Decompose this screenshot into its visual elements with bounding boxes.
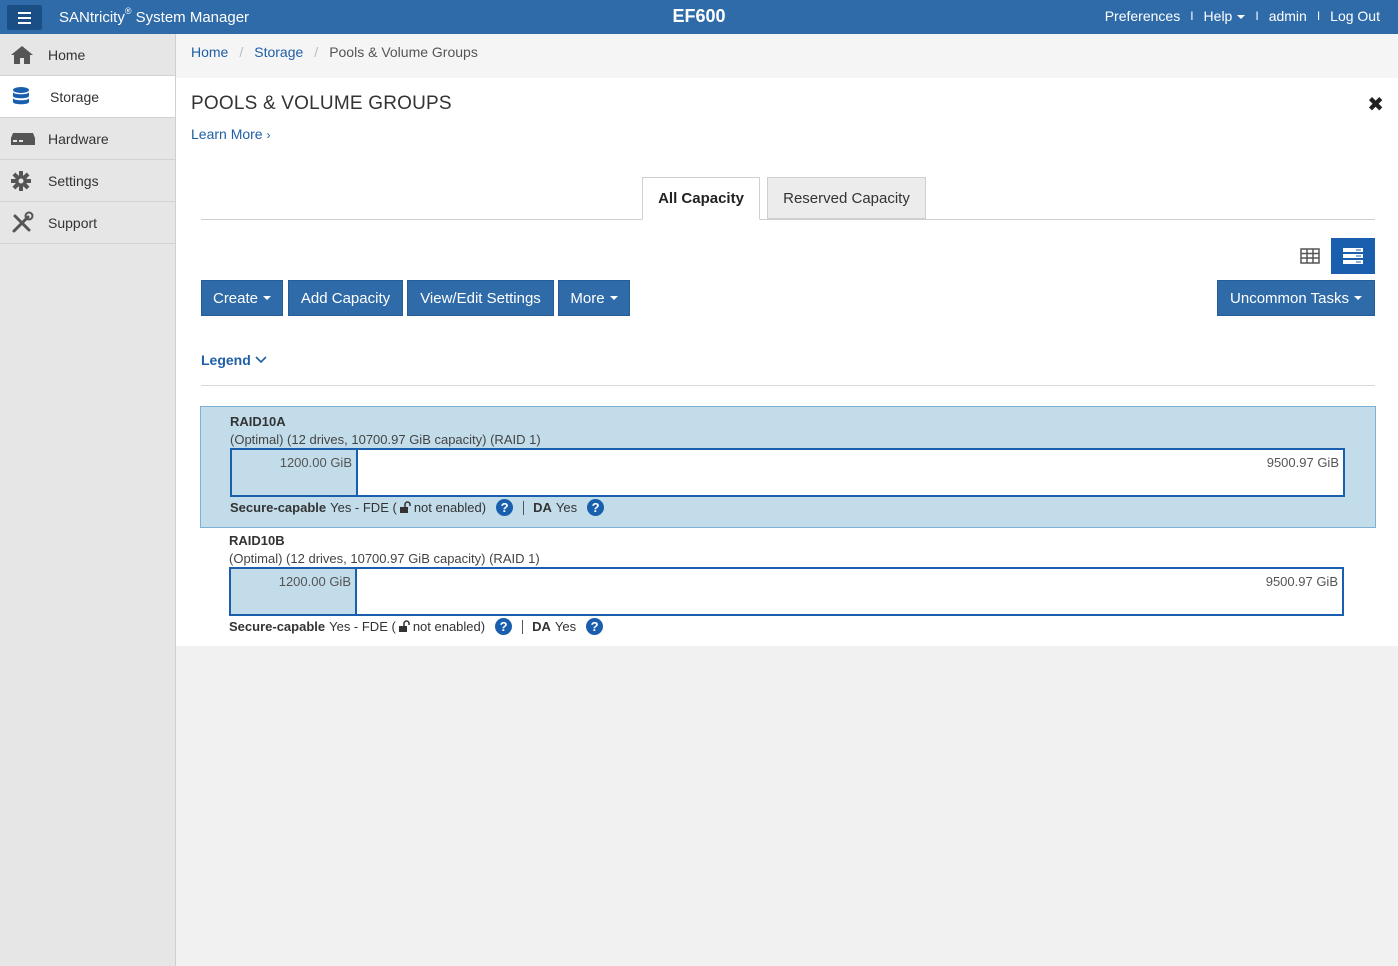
sidebar-item-label: Support: [48, 214, 98, 231]
da-label: DA: [532, 619, 551, 634]
create-button[interactable]: Create: [201, 280, 283, 316]
learn-more-link[interactable]: Learn More ›: [191, 126, 270, 142]
link-separator: I: [1190, 9, 1194, 23]
help-icon[interactable]: ?: [495, 618, 513, 635]
sidebar-item-label: Home: [48, 46, 86, 63]
list-view-icon[interactable]: [1331, 238, 1375, 274]
secure-capable-tail: not enabled): [412, 619, 486, 634]
sidebar-item-storage[interactable]: Storage: [0, 76, 175, 118]
group-description: (Optimal) (12 drives, 10700.97 GiB capac…: [229, 551, 540, 566]
breadcrumb-storage[interactable]: Storage: [254, 44, 303, 60]
top-bar: SANtricity® System Manager EF600 Prefere…: [0, 0, 1398, 34]
logout-link[interactable]: Log Out: [1330, 8, 1380, 24]
close-icon[interactable]: ✖: [1367, 92, 1384, 117]
preferences-link[interactable]: Preferences: [1105, 8, 1180, 24]
main-content: Home / Storage / Pools & Volume Groups P…: [176, 34, 1398, 646]
uncommon-tasks-label: Uncommon Tasks: [1230, 289, 1349, 307]
tab-reserved-capacity[interactable]: Reserved Capacity: [767, 177, 926, 219]
group-name: RAID10A: [230, 414, 286, 429]
unlock-icon: [398, 620, 410, 632]
view-edit-settings-button[interactable]: View/Edit Settings: [407, 280, 554, 316]
group-description: (Optimal) (12 drives, 10700.97 GiB capac…: [230, 432, 541, 447]
used-capacity-label: 1200.00 GiB: [279, 455, 352, 470]
breadcrumb-current: Pools & Volume Groups: [329, 44, 478, 60]
database-icon: [0, 86, 48, 108]
sidebar-item-support[interactable]: Support: [0, 202, 175, 244]
chevron-right-icon: ›: [266, 128, 271, 142]
user-link[interactable]: admin: [1269, 8, 1307, 24]
volume-group-card[interactable]: RAID10A (Optimal) (12 drives, 10700.97 G…: [200, 406, 1376, 528]
secure-capable-value: Yes - FDE (: [330, 500, 397, 515]
more-label: More: [570, 289, 605, 307]
group-name: RAID10B: [229, 533, 285, 548]
chevron-down-icon: [609, 296, 618, 300]
chevron-down-icon: [263, 296, 272, 300]
uncommon-tasks-button[interactable]: Uncommon Tasks: [1217, 280, 1375, 316]
app-title: SANtricity® System Manager: [59, 6, 250, 26]
link-separator: I: [1316, 9, 1321, 23]
secure-capable-tail: not enabled): [413, 500, 487, 515]
breadcrumb-separator: /: [314, 44, 319, 60]
free-capacity-label: 9500.97 GiB: [1266, 455, 1339, 470]
help-menu[interactable]: Help: [1204, 8, 1246, 24]
app-name: SANtricity: [59, 9, 125, 26]
free-capacity-label: 9500.97 GiB: [1265, 574, 1338, 589]
create-label: Create: [212, 289, 259, 307]
sidebar-item-hardware[interactable]: Hardware: [0, 118, 175, 160]
breadcrumb: Home / Storage / Pools & Volume Groups: [176, 34, 1398, 78]
da-value: Yes: [554, 619, 577, 634]
page-title: POOLS & VOLUME GROUPS: [191, 93, 452, 114]
breadcrumb-separator: /: [239, 44, 244, 60]
help-icon[interactable]: ?: [587, 499, 605, 516]
breadcrumb-home[interactable]: Home: [191, 44, 228, 60]
legend-divider: [201, 385, 1375, 386]
tab-all-capacity[interactable]: All Capacity: [642, 177, 760, 220]
chevron-down-icon: [1353, 296, 1362, 300]
used-capacity-segment: 1200.00 GiB: [231, 569, 357, 614]
secure-capable-label: Secure-capable: [229, 619, 326, 634]
secure-capable-label: Secure-capable: [230, 500, 327, 515]
help-icon[interactable]: ?: [496, 499, 514, 516]
sidebar-item-label: Settings: [48, 172, 99, 189]
sidebar: Home Storage Hardware Settings Support: [0, 34, 176, 966]
hardware-icon: [0, 131, 48, 147]
da-value: Yes: [555, 500, 578, 515]
hamburger-icon[interactable]: [7, 5, 42, 30]
secure-capable-value: Yes - FDE (: [329, 619, 396, 634]
chevron-down-icon: [255, 356, 267, 364]
home-icon: [0, 45, 48, 65]
divider: [523, 500, 525, 515]
sidebar-item-settings[interactable]: Settings: [0, 160, 175, 202]
security-info: Secure-capable Yes - FDE ( not enabled) …: [230, 499, 605, 516]
used-capacity-label: 1200.00 GiB: [278, 574, 351, 589]
unlock-icon: [399, 501, 411, 513]
legend-label: Legend: [201, 352, 251, 368]
more-button[interactable]: More: [558, 280, 630, 316]
capacity-bar: 1200.00 GiB 9500.97 GiB: [230, 448, 1345, 497]
capacity-bar: 1200.00 GiB 9500.97 GiB: [229, 567, 1344, 616]
link-separator: I: [1255, 9, 1259, 23]
volume-group-card[interactable]: RAID10B (Optimal) (12 drives, 10700.97 G…: [200, 526, 1376, 648]
da-label: DA: [533, 500, 552, 515]
chevron-down-icon: [1237, 15, 1246, 20]
app-suffix: System Manager: [135, 9, 250, 26]
help-icon[interactable]: ?: [586, 618, 604, 635]
gear-icon: [0, 170, 48, 192]
security-info: Secure-capable Yes - FDE ( not enabled) …: [229, 618, 604, 635]
legend-toggle[interactable]: Legend: [201, 352, 267, 368]
used-capacity-segment: 1200.00 GiB: [232, 450, 358, 495]
tools-icon: [0, 211, 48, 235]
divider: [522, 619, 524, 634]
sidebar-item-label: Storage: [50, 88, 100, 105]
sidebar-item-label: Hardware: [48, 130, 109, 147]
top-links: Preferences I Help I admin I Log Out: [1105, 8, 1380, 24]
add-capacity-button[interactable]: Add Capacity: [288, 280, 403, 316]
table-view-icon[interactable]: [1290, 239, 1330, 273]
learn-more-label: Learn More: [191, 126, 263, 142]
tab-divider: [201, 219, 1375, 220]
registered-mark: ®: [124, 6, 132, 16]
help-label: Help: [1203, 8, 1233, 24]
sidebar-item-home[interactable]: Home: [0, 34, 175, 76]
